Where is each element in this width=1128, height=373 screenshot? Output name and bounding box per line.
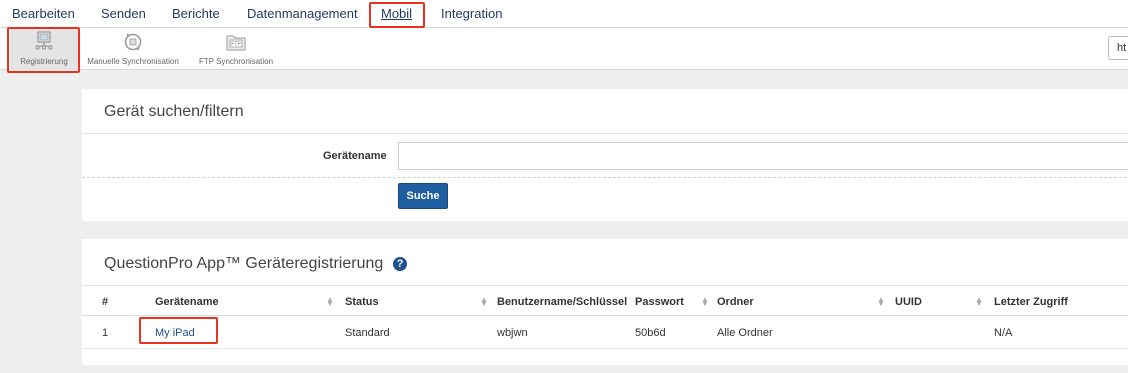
manuelle-synchronisation-button[interactable]: Manuelle Synchronisation xyxy=(79,28,187,70)
col-header-benutzername[interactable]: Benutzername/Schlüssel xyxy=(497,296,627,308)
search-panel: Gerät suchen/filtern Gerätename Suche xyxy=(82,89,1128,221)
table-row-divider xyxy=(82,348,1128,349)
nav-datenmanagement[interactable]: Datenmanagement xyxy=(247,6,358,21)
cell-benutzername: wbjwn xyxy=(497,327,528,339)
search-form-divider xyxy=(82,177,1128,178)
sync-icon xyxy=(124,33,142,51)
sort-icon[interactable]: ▲ ▼ xyxy=(326,296,334,308)
suche-button[interactable]: Suche xyxy=(398,183,448,209)
cell-status: Standard xyxy=(345,327,390,339)
toolbar: Registrierung Manuelle Synchronisation F… xyxy=(0,28,1128,70)
col-header-ordner[interactable]: Ordner xyxy=(717,296,754,308)
nav-senden[interactable]: Senden xyxy=(101,6,146,21)
cell-passwort: 50b6d xyxy=(635,327,666,339)
sort-icon[interactable]: ▲ ▼ xyxy=(480,296,488,308)
url-field[interactable]: ht xyxy=(1108,36,1128,60)
col-header-passwort[interactable]: Passwort xyxy=(635,296,684,308)
nav-integration[interactable]: Integration xyxy=(441,6,502,21)
svg-text:FTP: FTP xyxy=(231,42,241,48)
col-header-geraetename[interactable]: Gerätename xyxy=(155,296,219,308)
col-header-num[interactable]: # xyxy=(102,296,108,308)
help-icon[interactable]: ? xyxy=(393,257,407,271)
highlight-registrierung xyxy=(7,27,80,73)
col-header-uuid[interactable]: UUID xyxy=(895,296,922,308)
geraetename-input[interactable] xyxy=(398,142,1128,170)
highlight-mobil xyxy=(369,2,425,28)
ftp-synchronisation-button[interactable]: FTP FTP Synchronisation xyxy=(189,28,283,70)
col-header-status[interactable]: Status xyxy=(345,296,379,308)
registry-panel: QuestionPro App™ Geräteregistrierung ? #… xyxy=(82,239,1128,365)
cell-ordner: Alle Ordner xyxy=(717,327,773,339)
search-title-divider xyxy=(82,133,1128,134)
ftp-folder-icon: FTP xyxy=(226,35,246,51)
sort-icon[interactable]: ▲ ▼ xyxy=(701,296,709,308)
top-nav: Bearbeiten Senden Berichte Datenmanageme… xyxy=(0,0,1128,28)
geraetename-label: Gerätename xyxy=(323,150,387,162)
col-header-letzter-zugriff[interactable]: Letzter Zugriff xyxy=(994,296,1068,308)
manuelle-synchronisation-label: Manuelle Synchronisation xyxy=(87,57,179,66)
cell-letzter-zugriff: N/A xyxy=(994,327,1013,339)
ftp-synchronisation-label: FTP Synchronisation xyxy=(198,57,274,66)
nav-bearbeiten[interactable]: Bearbeiten xyxy=(12,6,75,21)
registry-panel-title: QuestionPro App™ Geräteregistrierung xyxy=(104,255,384,272)
nav-berichte[interactable]: Berichte xyxy=(172,6,220,21)
search-panel-title: Gerät suchen/filtern xyxy=(104,103,244,120)
cell-num: 1 xyxy=(102,327,109,339)
registry-title-divider xyxy=(82,285,1128,286)
table-header-divider xyxy=(82,315,1128,316)
sort-icon[interactable]: ▲ ▼ xyxy=(975,296,983,308)
sort-icon[interactable]: ▲ ▼ xyxy=(877,296,885,308)
highlight-my-ipad xyxy=(139,317,218,344)
